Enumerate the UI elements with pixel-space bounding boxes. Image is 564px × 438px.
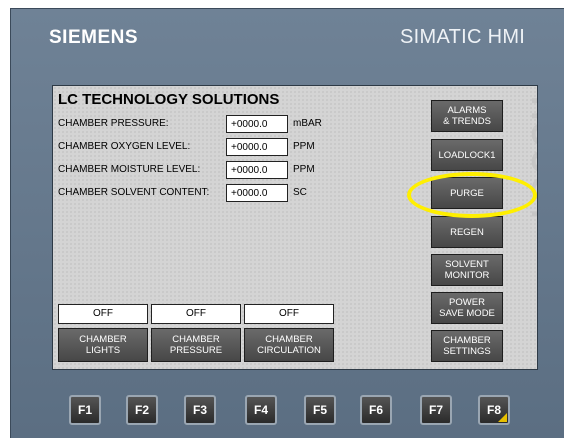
reading-row-pressure: CHAMBER PRESSURE: +0000.0 mBAR [58,115,338,135]
regen-button[interactable]: REGEN [431,216,503,248]
reading-row-moisture: CHAMBER MOISTURE LEVEL: +0000.0 PPM [58,161,338,181]
solvent-monitor-button[interactable]: SOLVENT MONITOR [431,254,503,286]
reading-unit: PPM [293,141,315,152]
model-name: SIMATIC HMI [400,26,526,48]
lights-status: OFF [58,304,148,324]
reading-label: CHAMBER MOISTURE LEVEL: [58,164,201,175]
hmi-screen: TOUCH LC TECHNOLOGY SOLUTIONS CHAMBER PR… [52,85,538,370]
reading-unit: mBAR [293,118,322,129]
chamber-settings-button[interactable]: CHAMBER SETTINGS [431,330,503,362]
reading-label: CHAMBER OXYGEN LEVEL: [58,141,191,152]
alarms-trends-button[interactable]: ALARMS & TRENDS [431,100,503,132]
power-save-mode-button[interactable]: POWER SAVE MODE [431,292,503,324]
reading-label: CHAMBER PRESSURE: [58,118,169,129]
brand-logo: SIEMENS [49,27,139,48]
oxygen-value-field[interactable]: +0000.0 [226,138,288,156]
f3-key[interactable]: F3 [184,395,216,425]
solvent-value-field[interactable]: +0000.0 [226,184,288,202]
f4-key[interactable]: F4 [245,395,277,425]
purge-highlight-ellipse [407,172,537,218]
chamber-pressure-button[interactable]: CHAMBER PRESSURE [151,328,241,362]
circulation-status: OFF [244,304,334,324]
screen-title: LC TECHNOLOGY SOLUTIONS [58,91,280,108]
f2-key[interactable]: F2 [126,395,158,425]
f8-key[interactable]: F8 [478,395,510,425]
chamber-circulation-button[interactable]: CHAMBER CIRCULATION [244,328,334,362]
chamber-lights-button[interactable]: CHAMBER LIGHTS [58,328,148,362]
pressure-status: OFF [151,304,241,324]
f6-key[interactable]: F6 [360,395,392,425]
reading-unit: PPM [293,164,315,175]
reading-row-oxygen: CHAMBER OXYGEN LEVEL: +0000.0 PPM [58,138,338,158]
reading-label: CHAMBER SOLVENT CONTENT: [58,187,210,198]
moisture-value-field[interactable]: +0000.0 [226,161,288,179]
corner-indicator-icon [498,413,507,422]
f5-key[interactable]: F5 [304,395,336,425]
pressure-value-field[interactable]: +0000.0 [226,115,288,133]
reading-unit: SC [293,187,307,198]
f1-key[interactable]: F1 [69,395,101,425]
reading-row-solvent: CHAMBER SOLVENT CONTENT: +0000.0 SC [58,184,338,204]
f7-key[interactable]: F7 [420,395,452,425]
loadlock1-button[interactable]: LOADLOCK1 [431,139,503,171]
